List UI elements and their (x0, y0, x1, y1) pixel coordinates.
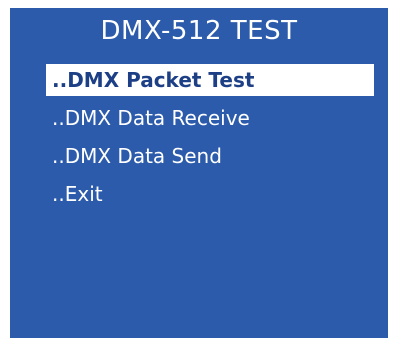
device-frame: DMX-512 TEST ..DMX Packet Test ..DMX Dat… (0, 0, 398, 342)
menu-item-dmx-data-receive[interactable]: ..DMX Data Receive (46, 102, 374, 134)
menu-item-dmx-packet-test[interactable]: ..DMX Packet Test (46, 64, 374, 96)
menu-item-dmx-data-send[interactable]: ..DMX Data Send (46, 140, 374, 172)
menu-list: ..DMX Packet Test ..DMX Data Receive ..D… (46, 64, 388, 216)
lcd-screen: DMX-512 TEST ..DMX Packet Test ..DMX Dat… (10, 8, 388, 338)
screen-title: DMX-512 TEST (100, 16, 298, 46)
menu-item-exit[interactable]: ..Exit (46, 178, 374, 210)
